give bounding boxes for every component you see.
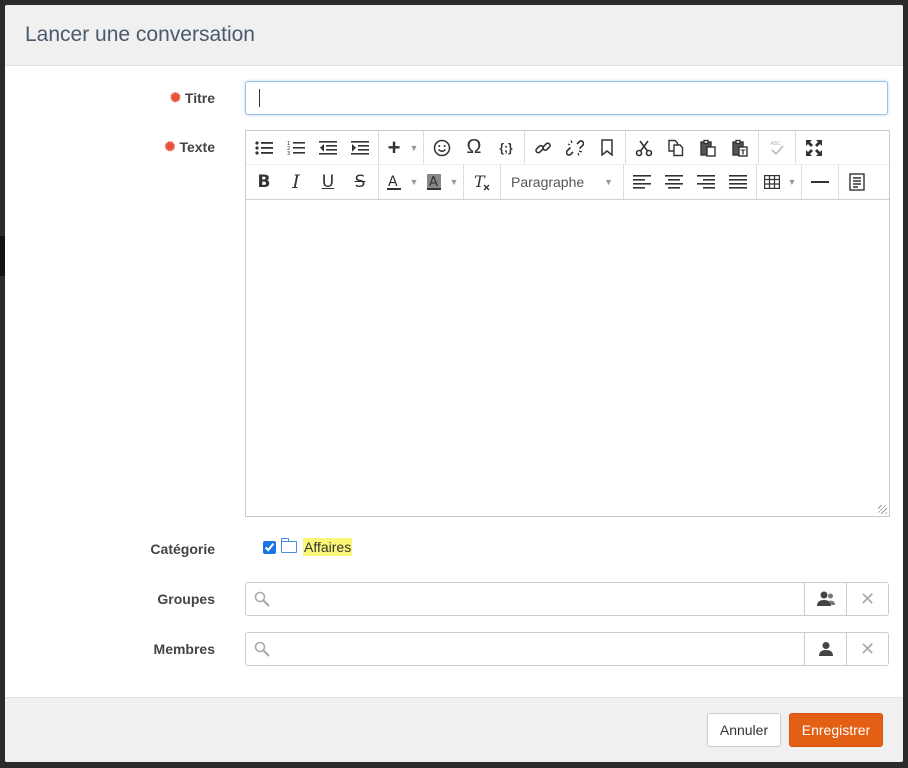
search-icon: [254, 591, 270, 607]
italic-icon[interactable]: I: [280, 167, 312, 197]
titre-input[interactable]: [245, 81, 888, 115]
clear-members-button[interactable]: ✕: [846, 633, 888, 665]
membres-picker: ✕: [245, 632, 889, 666]
copy-icon[interactable]: [660, 133, 692, 163]
align-left-icon[interactable]: [626, 167, 658, 197]
texte-label: ✺ Texte: [164, 139, 215, 155]
align-right-icon[interactable]: [690, 167, 722, 197]
close-icon: ✕: [859, 588, 876, 609]
categorie-label: Catégorie: [150, 541, 215, 557]
horizontal-rule-icon[interactable]: [804, 167, 836, 197]
conversation-dialog: Lancer une conversation ✺ Titre ✺ Texte …: [5, 5, 903, 762]
underline-icon[interactable]: U: [312, 167, 344, 197]
svg-text:A: A: [388, 174, 398, 190]
editor-content-area[interactable]: [246, 200, 889, 516]
membres-label: Membres: [153, 641, 215, 657]
source-code-icon[interactable]: [841, 167, 873, 197]
link-icon[interactable]: [527, 133, 559, 163]
svg-text:3: 3: [287, 151, 290, 156]
editor-toolbar: 123 + ▼ Ω {;} T ABC B I U S A ▼ A ▼ T Pa…: [246, 131, 889, 200]
bold-icon[interactable]: B: [248, 167, 280, 197]
cancel-button[interactable]: Annuler: [707, 713, 781, 747]
dialog-header: Lancer une conversation: [5, 5, 903, 66]
rich-text-editor: 123 + ▼ Ω {;} T ABC B I U S A ▼ A ▼ T Pa…: [245, 130, 890, 517]
strikethrough-icon[interactable]: S: [344, 167, 376, 197]
insert-dropdown-chevron-icon[interactable]: ▼: [407, 133, 421, 163]
table-icon[interactable]: [759, 167, 785, 197]
search-icon: [254, 641, 270, 657]
outdent-icon[interactable]: [312, 133, 344, 163]
group-users-icon: [816, 591, 835, 606]
clear-format-icon[interactable]: T: [466, 167, 498, 197]
emoji-icon[interactable]: [426, 133, 458, 163]
select-groups-button[interactable]: [804, 583, 846, 615]
svg-text:A: A: [429, 175, 438, 190]
insert-plus-icon[interactable]: +: [381, 133, 407, 163]
category-checkbox[interactable]: [263, 540, 276, 554]
background-color-icon[interactable]: A: [421, 167, 447, 197]
paste-icon[interactable]: [692, 133, 724, 163]
chevron-down-icon: ▼: [604, 177, 613, 187]
fullscreen-icon[interactable]: [798, 133, 830, 163]
category-item: Affaires: [263, 538, 353, 556]
bookmark-icon[interactable]: [591, 133, 623, 163]
justify-icon[interactable]: [722, 167, 754, 197]
close-icon: ✕: [859, 638, 876, 659]
svg-text:T: T: [741, 148, 746, 156]
align-center-icon[interactable]: [658, 167, 690, 197]
text-color-dropdown-chevron-icon[interactable]: ▼: [407, 167, 421, 197]
indent-icon[interactable]: [344, 133, 376, 163]
text-color-icon[interactable]: A: [381, 167, 407, 197]
folder-icon: [281, 538, 297, 553]
text-caret: [259, 89, 260, 107]
cut-scissors-icon[interactable]: [628, 133, 660, 163]
dialog-footer: Annuler Enregistrer: [5, 697, 903, 762]
category-label[interactable]: Affaires: [303, 538, 353, 556]
groupes-label: Groupes: [157, 591, 215, 607]
unlink-icon[interactable]: [559, 133, 591, 163]
background-color-dropdown-chevron-icon[interactable]: ▼: [447, 167, 461, 197]
svg-text:ABC: ABC: [770, 141, 781, 147]
clear-groups-button[interactable]: ✕: [846, 583, 888, 615]
paste-text-icon[interactable]: T: [724, 133, 756, 163]
code-snippet-icon[interactable]: {;}: [490, 133, 522, 163]
paragraph-format-select[interactable]: Paragraphe ▼: [503, 167, 621, 197]
groupes-picker: ✕: [245, 582, 889, 616]
save-button[interactable]: Enregistrer: [789, 713, 883, 747]
select-members-button[interactable]: [804, 633, 846, 665]
dialog-title: Lancer une conversation: [25, 23, 255, 46]
groupes-search-input[interactable]: [270, 583, 804, 615]
required-asterisk-icon: ✺: [170, 90, 181, 105]
svg-text:T: T: [474, 173, 486, 191]
membres-search-input[interactable]: [270, 633, 804, 665]
table-dropdown-chevron-icon[interactable]: ▼: [785, 167, 799, 197]
special-char-omega-icon[interactable]: Ω: [458, 133, 490, 163]
user-icon: [818, 642, 833, 656]
numbered-list-icon[interactable]: 123: [280, 133, 312, 163]
titre-label: ✺ Titre: [170, 90, 215, 106]
bullet-list-icon[interactable]: [248, 133, 280, 163]
resize-handle-icon[interactable]: [878, 505, 887, 514]
required-asterisk-icon: ✺: [164, 139, 176, 154]
spellcheck-icon[interactable]: ABC: [761, 133, 793, 163]
